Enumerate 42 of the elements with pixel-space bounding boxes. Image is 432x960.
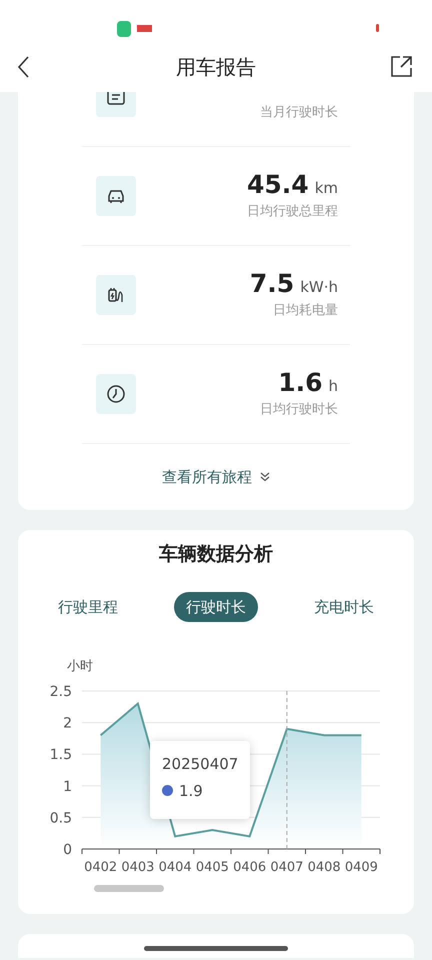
clock-icon <box>96 374 136 414</box>
y-axis-label: 小时 <box>67 659 93 674</box>
section-title: 车辆数据分析 <box>159 542 273 567</box>
y-tick-label: 0 <box>63 842 72 858</box>
all-trips-link[interactable]: 查看所有旅程 <box>162 466 270 488</box>
metric-value: 1.6 <box>278 368 322 398</box>
share-icon[interactable] <box>391 56 412 77</box>
page-title: 用车报告 <box>176 54 256 81</box>
x-tick-label: 0408 <box>308 860 341 875</box>
app-icon <box>117 21 131 37</box>
tooltip-title: 20250407 <box>162 754 238 775</box>
y-tick-label: 2.5 <box>50 684 72 700</box>
tab[interactable]: 行驶时长 <box>174 592 258 622</box>
y-tick-label: 2 <box>63 716 72 732</box>
tab[interactable]: 充电时长 <box>308 592 380 622</box>
tooltip-value: 1.9 <box>179 780 203 802</box>
x-tick-label: 0403 <box>121 860 154 875</box>
metric-label: 日均行驶时长 <box>260 401 338 420</box>
badge-icon <box>137 25 152 32</box>
tab[interactable]: 行驶里程 <box>52 592 124 622</box>
scrollbar[interactable] <box>94 885 164 892</box>
charger-icon <box>96 275 136 315</box>
x-tick-label: 0406 <box>233 860 266 875</box>
metric-unit: kW·h <box>300 277 338 298</box>
x-tick-label: 0402 <box>84 860 118 875</box>
x-tick-label: 0409 <box>344 860 378 875</box>
x-tick-label: 0405 <box>196 860 229 875</box>
metric-unit: h <box>328 376 338 398</box>
metric-unit: km <box>314 178 338 200</box>
x-tick-label: 0407 <box>270 860 304 875</box>
y-tick-label: 1.5 <box>50 747 72 764</box>
metric-value: 45.4 <box>247 170 309 200</box>
metric-label: 日均行驶总里程 <box>247 203 338 222</box>
x-tick-label: 0404 <box>158 860 192 875</box>
metric-label: 当月行驶时长 <box>260 104 338 122</box>
y-tick-label: 0.5 <box>50 810 72 826</box>
car-icon <box>96 176 136 216</box>
y-tick-label: 1 <box>63 778 72 795</box>
chevron-down-icon <box>260 472 270 482</box>
notification-icon <box>376 24 379 32</box>
metric-value: 7.5 <box>250 269 294 300</box>
metric-label: 日均耗电量 <box>273 302 338 320</box>
